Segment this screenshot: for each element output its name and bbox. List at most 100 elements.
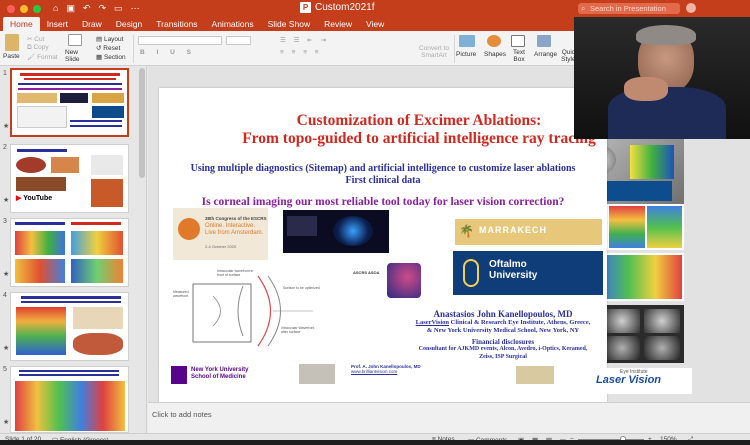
slide-title[interactable]: Customization of Excimer Ablations: From… <box>159 112 607 148</box>
affiliation-line2: & New York University Medical School, Ne… <box>426 327 580 334</box>
more-icon[interactable]: ⋯ <box>131 3 140 14</box>
format-button[interactable]: 🖌 Format <box>27 53 58 61</box>
account-icon[interactable] <box>686 3 696 13</box>
layout-button[interactable]: ▤ Layout <box>96 35 123 43</box>
slide-subtitle-line1: Using multiple diagnostics (Sitemap) and… <box>190 163 576 174</box>
paste-button[interactable]: Paste <box>3 53 20 60</box>
text-box-icon <box>511 35 525 47</box>
zoom-window-button[interactable] <box>33 4 41 13</box>
layout-label: Layout <box>103 36 124 43</box>
thumbnail-text-bar <box>21 301 121 303</box>
format-label: Format <box>37 54 58 61</box>
marrakech-banner-image: 🌴 MARRAKECH <box>455 219 602 245</box>
slide-thumbnail-4[interactable] <box>10 292 129 361</box>
thumbnail-image <box>71 259 123 283</box>
slide-thumbnail-1[interactable] <box>10 68 129 137</box>
home-icon[interactable]: ⌂ <box>53 3 58 14</box>
document-title: P Custom2021f <box>300 2 374 13</box>
tab-view[interactable]: View <box>359 17 391 31</box>
present-icon[interactable]: ▭ <box>114 3 123 14</box>
topography-map-image <box>602 255 682 299</box>
minimize-window-button[interactable] <box>20 4 28 13</box>
thumbnail-image <box>15 231 65 255</box>
star-icon: ★ <box>3 345 10 352</box>
thumbnail-number: 2 <box>3 144 7 151</box>
escrs-tagline: Online. Interactive. Live from Amsterdam… <box>205 223 263 237</box>
search-input[interactable]: ⌕ Search in Presentation <box>578 3 680 14</box>
tab-review[interactable]: Review <box>317 17 359 31</box>
thumbnail-image <box>60 93 88 103</box>
shapes-icon <box>487 35 501 47</box>
thumbnail-image <box>73 307 123 329</box>
undo-icon[interactable]: ↶ <box>83 3 91 14</box>
palm-icon: 🌴 <box>459 224 474 238</box>
convert-smartart-button[interactable]: Convert to SmartArt <box>416 45 452 59</box>
star-icon: ★ <box>3 197 10 204</box>
author-block[interactable]: Anastasios John Kanellopoulos, MD LaserV… <box>403 309 603 361</box>
slide-thumbnail-3[interactable] <box>10 218 129 287</box>
tab-slide-show[interactable]: Slide Show <box>261 17 318 31</box>
copy-button[interactable]: ⧉ Copy <box>27 44 49 52</box>
youtube-logo: ▶ YouTube <box>16 194 66 208</box>
redo-icon[interactable]: ↷ <box>99 3 107 14</box>
ascrs-city-image <box>387 263 421 298</box>
slide-subtitle[interactable]: Using multiple diagnostics (Sitemap) and… <box>159 163 607 187</box>
slide-question[interactable]: Is corneal imaging our most reliable too… <box>159 196 607 208</box>
thumbnail-text-bar <box>19 374 119 376</box>
nyu-torch-icon <box>171 366 187 384</box>
website-link: www.brilliantvision.com <box>351 369 398 374</box>
list-buttons[interactable]: ☰ ☰ ⇤ ⇥ <box>280 36 329 44</box>
cut-button[interactable]: ✂ Cut <box>27 35 44 43</box>
section-button[interactable]: ▦ Section <box>96 53 126 61</box>
thumbnail-scrollbar[interactable] <box>139 68 145 178</box>
text-box-button[interactable]: Text Box <box>509 49 529 63</box>
slide-thumbnail-2[interactable]: ▶ YouTube <box>10 144 129 213</box>
thumbnail-image <box>15 259 65 283</box>
paste-icon <box>5 34 19 51</box>
picture-button[interactable]: Picture <box>456 51 476 58</box>
dock-strip <box>0 440 750 445</box>
tab-transitions[interactable]: Transitions <box>149 17 204 31</box>
thumbnail-image <box>16 307 66 355</box>
tab-home[interactable]: Home <box>3 17 40 31</box>
consultant-text: Consultant for AJKMD events, Alcon, Aved… <box>403 346 603 361</box>
reset-label: Reset <box>103 45 121 52</box>
thumbnail-image <box>51 157 79 173</box>
portrait-image <box>299 364 335 384</box>
star-icon: ★ <box>3 271 10 278</box>
font-size-field[interactable] <box>226 36 251 45</box>
tab-design[interactable]: Design <box>109 17 149 31</box>
reset-button[interactable]: ↺ Reset <box>96 44 120 52</box>
notes-pane[interactable]: Click to add notes <box>148 402 750 433</box>
topography-map-image <box>630 145 674 179</box>
presenter-hair <box>636 25 696 45</box>
slide-thumbnail-panel: 1 ★ 2 ★ ▶ YouTube 3 ★ 4 ★ 5 ★ <box>0 66 147 433</box>
font-name-field[interactable] <box>138 36 222 45</box>
save-icon[interactable]: ▣ <box>66 3 75 14</box>
oftalmo-title: Oftalmo University <box>489 259 537 281</box>
current-slide[interactable]: Customization of Excimer Ablations: From… <box>159 88 607 402</box>
align-buttons[interactable]: ≡ ≡ ≡ ≡ <box>280 49 322 56</box>
font-format-buttons[interactable]: B I U S <box>140 49 196 56</box>
tab-draw[interactable]: Draw <box>75 17 109 31</box>
eye-scan-image <box>604 309 640 333</box>
thumbnail-image <box>17 93 57 103</box>
ascrs-logo: ASCRS ASOA <box>353 268 383 298</box>
new-slide-button[interactable]: New Slide <box>65 49 89 63</box>
nyu-line2: School of Medicine <box>191 374 246 380</box>
escrs-title: 38th Congress of the ESCRS <box>205 216 267 221</box>
financial-disclosures-heading: Financial disclosures <box>471 338 535 346</box>
slide-thumbnail-5[interactable] <box>10 366 129 433</box>
nyu-text: New York University School of Medicine <box>191 367 248 381</box>
author-name: Anastasios John Kanellopoulos, MD <box>433 309 573 319</box>
tab-insert[interactable]: Insert <box>40 17 75 31</box>
shapes-button[interactable]: Shapes <box>484 51 506 58</box>
tab-animations[interactable]: Animations <box>205 17 261 31</box>
notes-placeholder: Click to add notes <box>152 410 212 419</box>
thumbnail-image <box>91 179 123 207</box>
close-window-button[interactable] <box>7 4 15 13</box>
thumbnail-image <box>92 93 124 103</box>
thumbnail-text-bar <box>19 370 119 372</box>
thumbnail-title-bar <box>20 73 120 76</box>
arrange-button[interactable]: Arrange <box>534 51 557 58</box>
